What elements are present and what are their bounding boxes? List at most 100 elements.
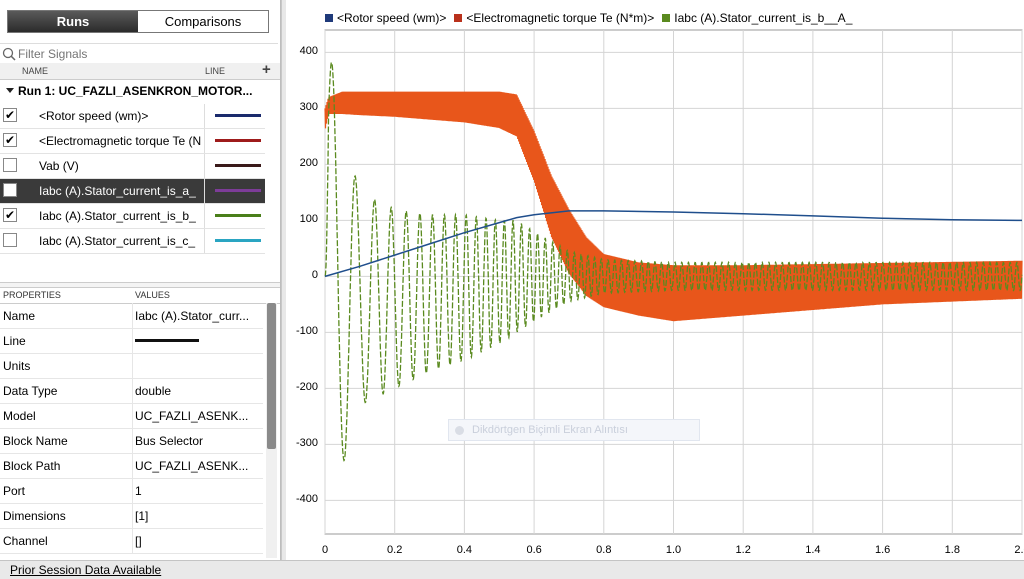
line-style-swatch[interactable] [215,239,261,242]
signal-checkbox[interactable] [3,183,17,197]
properties-scrollbar[interactable] [267,303,276,449]
y-tick-label: -200 [295,381,318,394]
filter-bar [0,43,278,64]
signal-checkbox[interactable]: ✔ [3,133,17,147]
signal-row[interactable]: ✔ <Electromagnetic torque Te (N [0,129,265,154]
property-value: [1] [135,509,149,523]
chart-legend: <Rotor speed (wm)> <Electromagnetic torq… [325,11,852,25]
property-row[interactable]: Model UC_FAZLI_ASENK... [0,403,263,429]
property-row[interactable]: Dimensions [1] [0,503,263,529]
signal-row[interactable]: Iabc (A).Stator_current_is_a_ [0,179,265,204]
column-divider [132,328,133,353]
signal-row[interactable]: ✔ Iabc (A).Stator_current_is_b_ [0,204,265,229]
run-title: Run 1: UC_FAZLI_ASENKRON_MOTOR... [18,84,253,98]
x-tick-label: 0.4 [456,544,473,556]
column-divider [132,378,133,403]
line-style-swatch[interactable] [215,189,261,192]
signal-row[interactable]: ✔ <Rotor speed (wm)> [0,104,265,129]
legend-item-rotor-speed[interactable]: <Rotor speed (wm)> [325,11,446,25]
property-key: Model [3,409,36,423]
column-divider [132,353,133,378]
legend-item-torque[interactable]: <Electromagnetic torque Te (N*m)> [454,11,654,25]
property-key: Units [3,359,31,373]
plot-frame [324,29,1023,535]
signal-checkbox[interactable]: ✔ [3,108,17,122]
status-bar: Prior Session Data Available [0,560,1024,579]
column-divider [204,129,205,153]
x-tick-label: 0.8 [596,544,612,556]
x-tick-label: 0.6 [526,544,542,556]
property-row[interactable]: Block Path UC_FAZLI_ASENK... [0,453,263,479]
property-value: Iabc (A).Stator_curr... [135,309,250,323]
column-divider [132,403,133,428]
column-divider [132,528,133,553]
col-line-header: LINE [205,66,226,76]
panel-splitter[interactable] [0,282,280,288]
y-tick-label: 400 [299,45,318,58]
line-style-swatch[interactable] [215,114,261,117]
legend-label: Iabc (A).Stator_current_is_b__A_ [674,11,853,25]
x-tick-label: 1.6 [874,544,891,556]
signal-checkbox[interactable] [3,158,17,172]
tab-comparisons[interactable]: Comparisons [138,11,268,32]
signal-panel: Runs Comparisons NAME LINE + Run 1: UC_F… [0,0,281,560]
col-name-header: NAME [22,66,49,76]
property-row[interactable]: Block Name Bus Selector [0,428,263,454]
property-row[interactable]: Name Iabc (A).Stator_curr... [0,303,263,329]
x-tick-label: 1.2 [735,544,751,556]
property-row[interactable]: Units [0,353,263,379]
signal-label: Iabc (A).Stator_current_is_c_ [39,234,196,248]
signal-label: <Rotor speed (wm)> [39,109,149,123]
property-value: [] [135,534,142,548]
column-divider [132,453,133,478]
stator-current-b-series-line [324,61,1023,462]
column-divider [132,428,133,453]
property-row[interactable]: Data Type double [0,378,263,404]
filter-signals-input[interactable] [18,46,268,61]
add-column-icon[interactable]: + [262,61,271,78]
legend-swatch [325,14,333,22]
collapse-triangle-icon[interactable] [4,86,18,96]
signal-row[interactable]: Iabc (A).Stator_current_is_c_ [0,229,265,254]
signal-label: <Electromagnetic torque Te (N [39,134,202,148]
line-style-preview[interactable] [135,339,199,342]
snipping-tool-overlay: Dikdörtgen Biçimli Ekran Alıntısı [448,419,700,441]
column-divider [132,503,133,528]
torque-series-line [324,91,1023,322]
property-key: Block Name [3,434,68,448]
legend-swatch [662,14,671,22]
run-header[interactable]: Run 1: UC_FAZLI_ASENKRON_MOTOR... [0,80,280,102]
property-value: UC_FAZLI_ASENK... [135,409,249,423]
line-style-swatch[interactable] [215,139,261,142]
signal-label: Iabc (A).Stator_current_is_b_ [39,209,196,223]
prior-session-link[interactable]: Prior Session Data Available [10,563,161,577]
line-style-swatch[interactable] [215,164,261,167]
property-key: Name [3,309,36,323]
col-properties-header: PROPERTIES [3,290,61,300]
property-row[interactable]: Line [0,328,263,354]
property-row[interactable]: Channel [] [0,528,263,554]
column-divider [132,303,133,328]
signal-row[interactable]: Vab (V) [0,154,265,179]
y-tick-label: 100 [299,213,318,226]
legend-item-stator-current-b[interactable]: Iabc (A).Stator_current_is_b__A_ [662,11,852,25]
signal-checkbox[interactable] [3,233,17,247]
search-icon [2,47,16,61]
property-value: double [135,384,172,398]
column-divider [204,229,205,253]
x-tick-label: 1.8 [944,544,960,556]
property-value: Bus Selector [135,434,204,448]
tab-runs[interactable]: Runs [8,11,138,32]
property-value: 1 [135,484,142,498]
property-key: Port [3,484,26,498]
property-row[interactable]: Port 1 [0,478,263,504]
column-divider [204,179,205,203]
rotor-speed-series-line [324,210,1023,278]
property-key: Line [3,334,26,348]
signal-label: Iabc (A).Stator_current_is_a_ [39,184,196,198]
x-tick-label: 1.0 [665,544,682,556]
properties-header: PROPERTIES VALUES [0,289,280,304]
line-style-swatch[interactable] [215,214,261,217]
y-tick-label: 0 [311,269,318,282]
signal-checkbox[interactable]: ✔ [3,208,17,222]
